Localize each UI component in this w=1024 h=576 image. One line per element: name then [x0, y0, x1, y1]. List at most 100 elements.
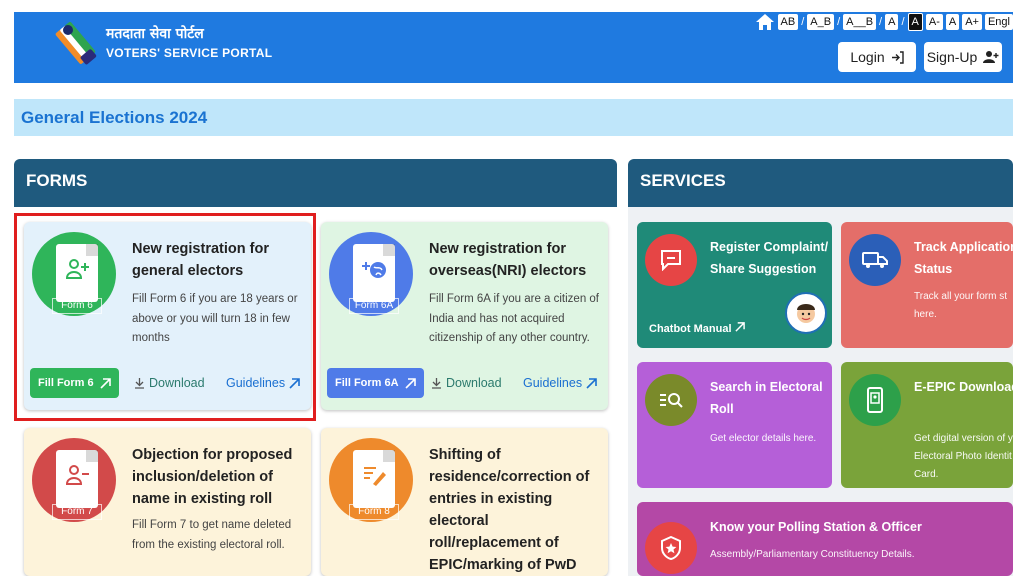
separator: / [837, 16, 841, 28]
separator: / [879, 16, 883, 28]
edit-document-icon [364, 467, 386, 486]
form-6-card: Form 6 New registration for general elec… [24, 222, 311, 410]
form-8-card: Form 8 Shifting of residence/correction … [321, 428, 608, 576]
login-button[interactable]: Login [838, 42, 916, 72]
arrow-up-right-icon [100, 377, 111, 389]
logo-english-text: VOTERS' SERVICE PORTAL [106, 46, 273, 60]
separator: / [901, 16, 905, 28]
service-title: E-EPIC Download [914, 380, 1013, 394]
download-link[interactable]: Download [134, 376, 205, 390]
service-polling-station[interactable]: Know your Polling Station & Officer Asse… [637, 502, 1013, 576]
service-search-electoral-roll[interactable]: Search in Electoral Roll Get elector det… [637, 362, 832, 488]
document-fold [383, 450, 395, 462]
page: मतदाता सेवा पोर्टल VOTERS' SERVICE PORTA… [0, 0, 1024, 576]
header-bar: मतदाता सेवा पोर्टल VOTERS' SERVICE PORTA… [14, 12, 1013, 83]
font-increase-button[interactable]: A+ [962, 14, 982, 30]
font-decrease-button[interactable]: A- [925, 14, 943, 30]
add-user-icon [983, 51, 999, 63]
truck-icon [862, 252, 888, 268]
form-label: Form 6 [52, 298, 102, 314]
logo-hindi-text: मतदाता सेवा पोर्टल [106, 26, 204, 42]
form-label: Form 6A [349, 298, 399, 314]
home-icon[interactable] [755, 13, 775, 31]
service-title: Track Application Status [914, 240, 1013, 276]
document-fold [86, 450, 98, 462]
document-fold [86, 244, 98, 256]
download-link[interactable]: Download [431, 376, 502, 390]
form-label: Form 7 [52, 504, 102, 520]
voters-portal-logo[interactable] [54, 20, 102, 72]
search-icon [660, 393, 683, 408]
card-title: New registration for general electors [132, 241, 269, 279]
arrow-up-right-icon [404, 377, 416, 389]
card-title: Shifting of residence/correction of entr… [429, 447, 590, 573]
signup-button[interactable]: Sign-Up [924, 42, 1002, 72]
download-label: Download [446, 376, 502, 390]
banner-title[interactable]: General Elections 2024 [21, 108, 207, 128]
add-user-icon [65, 259, 89, 279]
remove-user-icon [65, 465, 89, 485]
delivery-truck-icon [849, 234, 901, 286]
chatbot-mascot-image[interactable] [785, 292, 827, 334]
form-6a-badge: Form 6A [329, 232, 413, 316]
mobile-id-icon [849, 374, 901, 426]
card-description: Fill Form 7 to get name deleted from the… [132, 519, 292, 551]
font-normal-button[interactable]: A [945, 14, 960, 30]
guidelines-label: Guidelines [226, 376, 286, 390]
shield-star-icon [645, 522, 697, 574]
form-7-card: Form 7 Objection for proposed inclusion/… [24, 428, 311, 576]
letter-spacing-medium-button[interactable]: A_B [807, 14, 835, 30]
services-heading: SERVICES [640, 171, 726, 190]
guidelines-link[interactable]: Guidelines [226, 376, 300, 390]
accessibility-toolbar: AB / A_B / A__B / A / A A- A A+ Engl [755, 12, 1013, 32]
globe-add-icon [362, 262, 386, 278]
document-icon [353, 244, 395, 302]
document-fold [383, 244, 395, 256]
arrow-up-right-icon [734, 322, 745, 332]
service-description: Get digital version of y Electoral Photo… [914, 433, 1013, 480]
fill-form-6a-button[interactable]: Fill Form 6A [327, 368, 424, 398]
form-6-badge: Form 6 [32, 232, 116, 316]
form-label: Form 8 [349, 504, 399, 520]
form-6a-card: Form 6A New registration for overseas(NR… [321, 222, 608, 410]
service-track-application[interactable]: Track Application Status Track all your … [841, 222, 1013, 348]
arrow-up-right-icon [289, 377, 300, 389]
document-icon [56, 450, 98, 508]
services-panel-header: SERVICES [628, 159, 1013, 207]
language-select[interactable]: Engl [984, 14, 1013, 30]
service-title: Search in Electoral Roll [710, 380, 823, 416]
service-description: Get elector details here. [710, 433, 817, 444]
fill-form-6-button[interactable]: Fill Form 6 [30, 368, 119, 398]
form-7-badge: Form 7 [32, 438, 116, 522]
fill-form-label: Fill Form 6 [38, 377, 94, 389]
chatbot-label: Chatbot Manual [649, 323, 732, 335]
service-e-epic-download[interactable]: E-EPIC Download Get digital version of y… [841, 362, 1013, 488]
card-description: Fill Form 6 if you are 18 years or above… [132, 293, 298, 344]
form-8-badge: Form 8 [329, 438, 413, 522]
service-register-complaint[interactable]: Register Complaint/ Share Suggestion Cha… [637, 222, 832, 348]
card-description: Fill Form 6A if you are a citizen of Ind… [429, 293, 600, 344]
letter-spacing-wide-button[interactable]: A__B [843, 14, 877, 30]
login-icon [891, 50, 904, 64]
arrow-up-right-icon [586, 377, 597, 389]
chatbot-manual-link[interactable]: Chatbot Manual [649, 322, 745, 335]
service-description: Track all your form st here. [914, 291, 1007, 320]
search-list-icon [645, 374, 697, 426]
service-title: Know your Polling Station & Officer [710, 520, 922, 534]
fill-form-label: Fill Form 6A [335, 377, 399, 389]
guidelines-link[interactable]: Guidelines [523, 376, 597, 390]
download-label: Download [149, 376, 205, 390]
shield-icon [661, 536, 681, 560]
service-description: Assembly/Parliamentary Constituency Deta… [710, 549, 915, 560]
signup-label: Sign-Up [926, 49, 978, 65]
light-theme-button[interactable]: A [885, 14, 899, 30]
guidelines-label: Guidelines [523, 376, 583, 390]
dark-theme-button[interactable]: A [907, 13, 923, 31]
forms-heading: FORMS [26, 171, 88, 190]
download-icon [432, 378, 441, 389]
elections-banner: General Elections 2024 [14, 99, 1013, 136]
card-title: Objection for proposed inclusion/deletio… [132, 447, 293, 507]
complaint-icon [645, 234, 697, 286]
letter-spacing-normal-button[interactable]: AB [777, 14, 799, 30]
service-title: Register Complaint/ Share Suggestion [710, 240, 829, 276]
